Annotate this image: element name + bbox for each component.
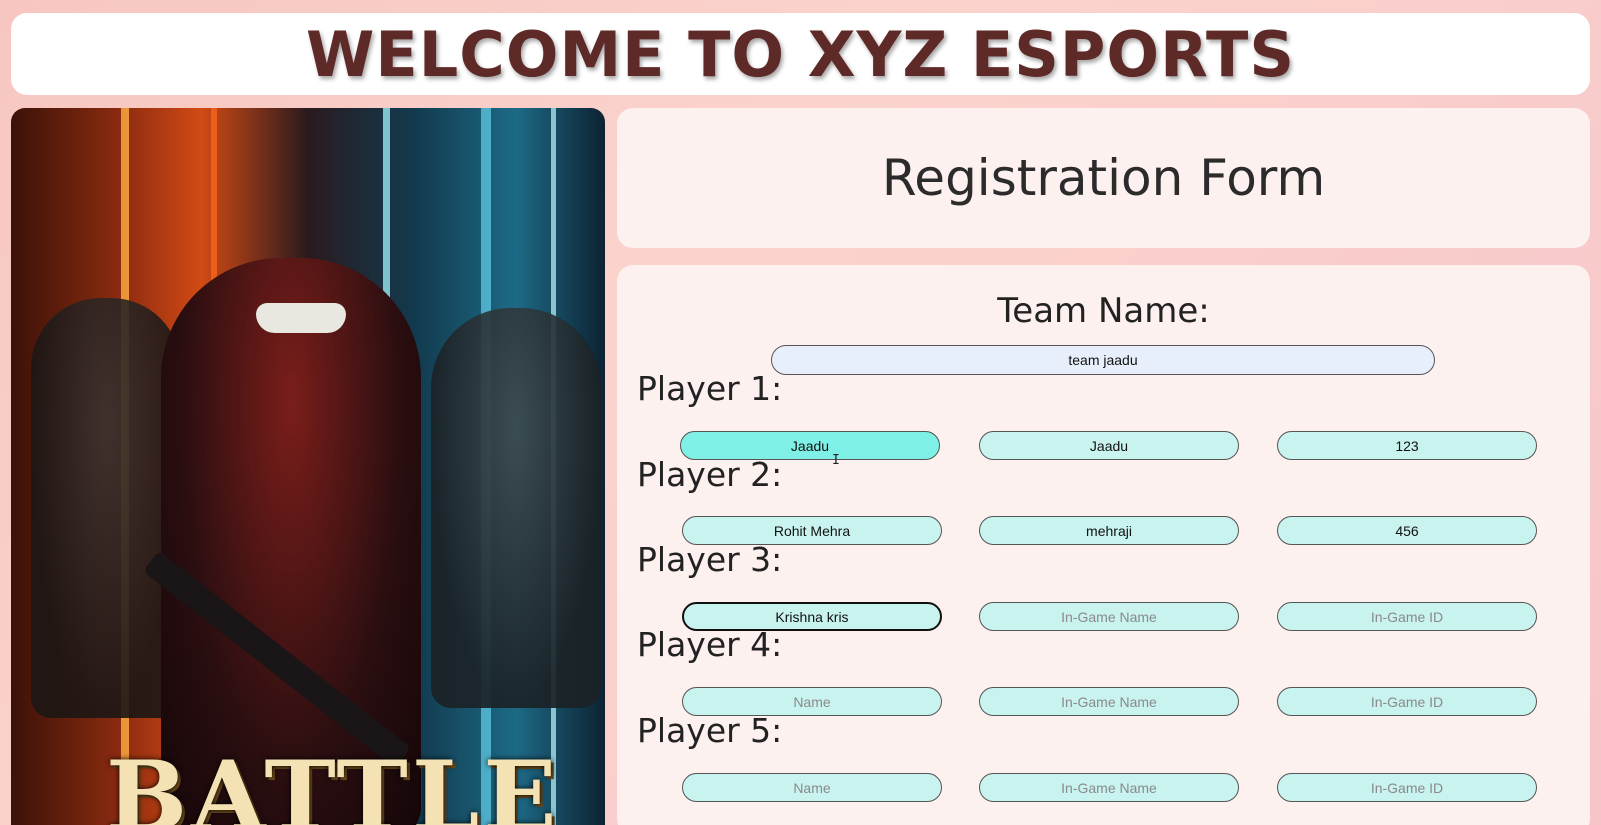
player-4-ign-input[interactable] [979, 687, 1239, 716]
player-5-ign-input[interactable] [979, 773, 1239, 802]
player-2-id-input[interactable] [1277, 516, 1537, 545]
poster-battle-text: BATTLE [106, 740, 561, 825]
page-title: WELCOME TO XYZ ESPORTS [306, 17, 1295, 91]
player-1-ign-input[interactable] [979, 431, 1239, 460]
player-5-id-input[interactable] [1277, 773, 1537, 802]
player-3-ign-input[interactable] [979, 602, 1239, 631]
text-cursor-icon: I [832, 453, 840, 468]
battle-poster-image: BATTLE [11, 108, 605, 825]
header-banner: WELCOME TO XYZ ESPORTS [11, 13, 1590, 95]
soldier-right-figure [431, 308, 601, 708]
soldier-left-figure [31, 298, 181, 718]
player-5-label: Player 5: [637, 711, 783, 750]
player-1-id-input[interactable] [1277, 431, 1537, 460]
form-title: Registration Form [881, 149, 1326, 207]
form-title-card: Registration Form [617, 108, 1590, 248]
player-5-name-input[interactable] [682, 773, 942, 802]
player-3-label: Player 3: [637, 540, 783, 579]
player-4-id-input[interactable] [1277, 687, 1537, 716]
player-1-label: Player 1: [637, 369, 783, 408]
player-2-ign-input[interactable] [979, 516, 1239, 545]
player-2-label: Player 2: [637, 455, 783, 494]
team-name-input[interactable] [771, 345, 1435, 375]
registration-form: Team Name: Player 1: Player 2: Player 3:… [617, 265, 1590, 825]
team-name-label: Team Name: [997, 291, 1210, 331]
player-4-label: Player 4: [637, 625, 783, 664]
visor-shape [256, 303, 346, 333]
player-3-id-input[interactable] [1277, 602, 1537, 631]
